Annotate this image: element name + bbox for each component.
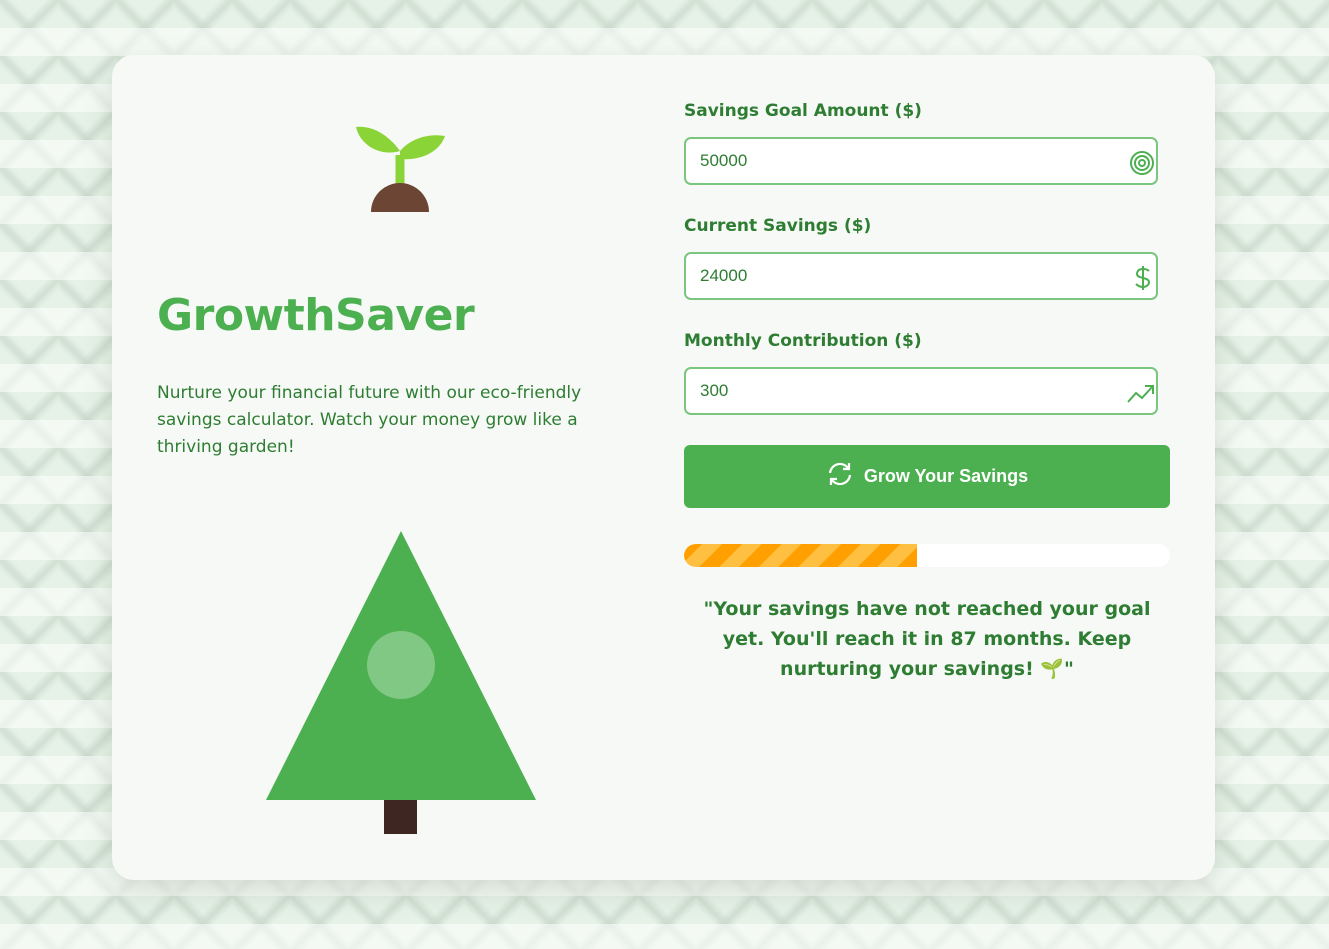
current-savings-label: Current Savings ($) (684, 216, 872, 236)
goal-amount-field (684, 137, 1158, 185)
goal-amount-label: Savings Goal Amount ($) (684, 101, 922, 121)
refresh-icon (826, 461, 854, 492)
dollar-icon (1130, 265, 1156, 295)
sprout-logo-icon (350, 117, 450, 221)
goal-amount-input[interactable] (686, 139, 1156, 183)
result-message: "Your savings have not reached your goal… (703, 598, 1151, 680)
monthly-contribution-input[interactable] (686, 369, 1156, 413)
savings-progress-fill (684, 544, 918, 567)
target-icon (1128, 150, 1156, 180)
monthly-contribution-field (684, 367, 1158, 415)
app-description: Nurture your financial future with our e… (157, 383, 582, 457)
grow-savings-label: Grow Your Savings (863, 466, 1029, 486)
current-savings-field (684, 252, 1158, 300)
current-savings-input[interactable] (686, 254, 1156, 298)
grow-savings-button[interactable]: Grow Your Savings (684, 445, 1170, 508)
trending-up-icon (1126, 380, 1156, 410)
tree-illustration (262, 528, 538, 842)
app-title: GrowthSaver (157, 290, 475, 341)
savings-progress-bar (684, 544, 1170, 567)
monthly-contribution-label: Monthly Contribution ($) (684, 331, 922, 351)
